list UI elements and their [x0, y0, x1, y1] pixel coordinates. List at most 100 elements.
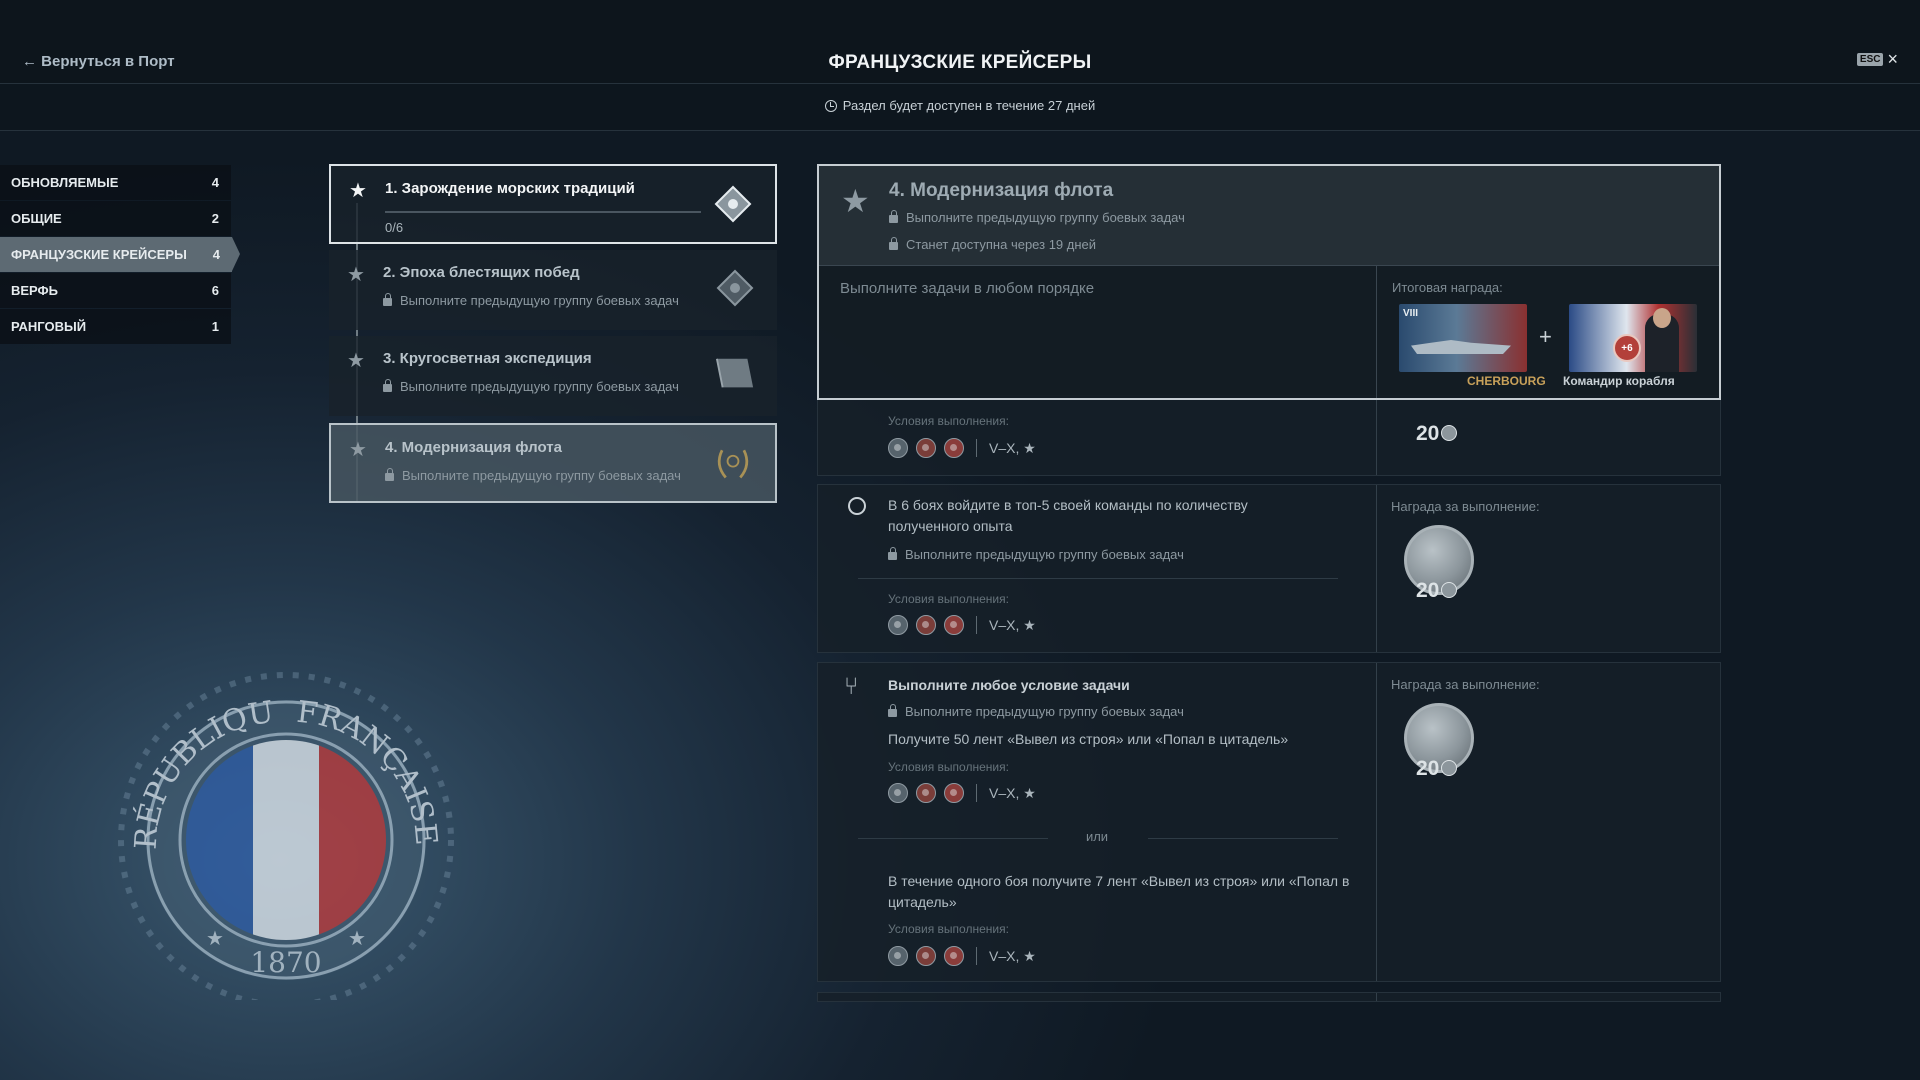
order-hint: Выполните задачи в любом порядке: [840, 280, 1095, 297]
nation-icon: [888, 438, 908, 458]
ship-tier-badge: VIII: [1403, 308, 1419, 319]
page-title: ФРАНЦУЗСКИЕ КРЕЙСЕРЫ: [828, 52, 1092, 73]
task-lock-text: Выполните предыдущую группу боевых задач: [888, 547, 1184, 562]
nation-icon: [916, 946, 936, 966]
nation-icons: V–X, ★: [888, 615, 1036, 635]
reward-label: Награда за выполнение:: [1391, 499, 1540, 514]
nation-icon: [944, 783, 964, 803]
commander-reward-card[interactable]: +6: [1569, 304, 1697, 372]
group-lock-text: Выполните предыдущую группу боевых задач: [385, 468, 681, 483]
lock-icon: [889, 237, 898, 250]
or-separator: или: [1085, 829, 1109, 844]
group-detail-panel: ★ 4. Модернизация флота Выполните предыд…: [817, 164, 1721, 400]
sidebar-item-french-cruisers[interactable]: ФРАНЦУЗСКИЕ КРЕЙСЕРЫ 4: [0, 237, 240, 272]
nation-icon: [944, 438, 964, 458]
group-title: 2. Эпоха блестящих побед: [383, 264, 580, 281]
star-icon: ★: [349, 180, 367, 202]
commander-label: Командир корабля: [1563, 374, 1675, 388]
lock-icon: [385, 468, 394, 481]
conditions-label: Условия выполнения:: [888, 592, 1009, 606]
star-icon: ★: [841, 183, 870, 219]
reward-label: Награда за выполнение:: [1391, 677, 1540, 692]
task-lock-text: Выполните предыдущую группу боевых задач: [888, 704, 1184, 719]
sidebar-item-shipyard[interactable]: ВЕРФЬ 6: [0, 273, 231, 308]
commander-skill-badge: +6: [1613, 334, 1641, 362]
reward-amount: 20: [1416, 757, 1458, 781]
fork-icon: ⑂: [844, 673, 859, 700]
plus-icon: +: [1539, 324, 1552, 349]
diamond-icon: [713, 184, 753, 224]
count-badge: 4: [211, 175, 219, 190]
sidebar-item-ranked[interactable]: РАНГОВЫЙ 1: [0, 309, 231, 344]
nation-icons: V–X, ★: [888, 946, 1036, 966]
reward-amount: 20: [1416, 422, 1458, 446]
lock-icon: [889, 210, 898, 223]
republique-francaise-emblem: RÉPUBLIQUE FRANÇAISE 1870 ★ ★: [86, 640, 454, 1000]
tier-range: V–X, ★: [989, 947, 1036, 964]
panel-title: 4. Модернизация флота: [889, 180, 1114, 201]
nation-icon: [888, 946, 908, 966]
clock-icon: [824, 100, 837, 112]
panel-unlock-timer: Станет доступна через 19 дней: [889, 237, 1096, 252]
group-title: 1. Зарождение морских традиций: [385, 180, 635, 197]
task-condition-1: Получите 50 лент «Вывел из строя» или «П…: [888, 731, 1289, 747]
lock-icon: [888, 547, 897, 560]
group-title: 4. Модернизация флота: [385, 439, 562, 456]
group-card-4[interactable]: ★ 4. Модернизация флота Выполните предыд…: [329, 423, 777, 503]
panel-lock-text: Выполните предыдущую группу боевых задач: [889, 210, 1185, 225]
sidebar-item-general[interactable]: ОБЩИЕ 2: [0, 201, 231, 236]
category-sidebar: ОБНОВЛЯЕМЫЕ 4 ОБЩИЕ 2 ФРАНЦУЗСКИЕ КРЕЙСЕРЫ…: [0, 165, 240, 345]
nation-icon: [916, 438, 936, 458]
group-card-1[interactable]: ★ 1. Зарождение морских традиций 0/6: [329, 164, 777, 244]
task-title: Выполните любое условие задачи: [888, 677, 1130, 693]
count-badge: 4: [212, 247, 220, 262]
task-card-hidden: Условия выполнения: V–X, ★ 20: [817, 395, 1721, 476]
nation-icon: [944, 946, 964, 966]
tier-range: V–X, ★: [989, 784, 1036, 801]
nation-icon: [916, 783, 936, 803]
sidebar-item-updatable[interactable]: ОБНОВЛЯЕМЫЕ 4: [0, 165, 231, 200]
nation-icon: [944, 615, 964, 635]
group-title: 3. Кругосветная экспедиция: [383, 350, 592, 367]
tier-range: V–X, ★: [989, 616, 1036, 633]
conditions-label: Условия выполнения:: [888, 414, 1009, 428]
star-icon: ★: [347, 350, 365, 372]
esc-key-badge: ESC: [1856, 52, 1884, 66]
star-icon: ★: [349, 439, 367, 461]
group-card-3[interactable]: ★ 3. Кругосветная экспедиция Выполните п…: [329, 336, 777, 416]
final-reward-label: Итоговая награда:: [1392, 280, 1503, 295]
close-icon[interactable]: ×: [1887, 50, 1898, 68]
group-card-2[interactable]: ★ 2. Эпоха блестящих побед Выполните пре…: [329, 250, 777, 330]
lock-icon: [383, 379, 392, 392]
group-progress-bar: [385, 211, 701, 213]
lock-icon: [383, 293, 392, 306]
ship-name: CHERBOURG: [1467, 374, 1546, 388]
nation-icon: [888, 615, 908, 635]
availability-text: Раздел будет доступен в течение 27 дней: [842, 98, 1096, 113]
diamond-icon: [715, 268, 755, 308]
nation-icon: [888, 783, 908, 803]
conditions-label: Условия выполнения:: [888, 922, 1009, 936]
nation-icon: [916, 615, 936, 635]
task-card-top5-experience[interactable]: В 6 боях войдите в топ-5 своей команды п…: [817, 484, 1721, 653]
nation-icons: V–X, ★: [888, 783, 1036, 803]
svg-text:★: ★: [206, 928, 224, 950]
group-lock-text: Выполните предыдущую группу боевых задач: [383, 293, 679, 308]
count-badge: 1: [211, 319, 219, 334]
flag-icon: [715, 354, 755, 394]
close-button[interactable]: ESC ×: [1856, 50, 1898, 68]
star-icon: ★: [347, 264, 365, 286]
laurel-wreath-icon: [713, 443, 753, 483]
ship-icon: [1411, 340, 1511, 354]
lock-icon: [888, 704, 897, 717]
ship-reward-card[interactable]: VIII: [1399, 304, 1527, 372]
conditions-label: Условия выполнения:: [888, 760, 1009, 774]
task-card-partial: [817, 992, 1721, 1002]
group-lock-text: Выполните предыдущую группу боевых задач: [383, 379, 679, 394]
count-badge: 2: [211, 211, 219, 226]
task-card-any-condition[interactable]: ⑂ Выполните любое условие задачи Выполни…: [817, 662, 1721, 982]
count-badge: 6: [211, 283, 219, 298]
tier-range: V–X, ★: [989, 439, 1036, 456]
task-description: В 6 боях войдите в топ-5 своей команды п…: [888, 497, 1248, 534]
availability-notice: Раздел будет доступен в течение 27 дней: [0, 98, 1920, 113]
